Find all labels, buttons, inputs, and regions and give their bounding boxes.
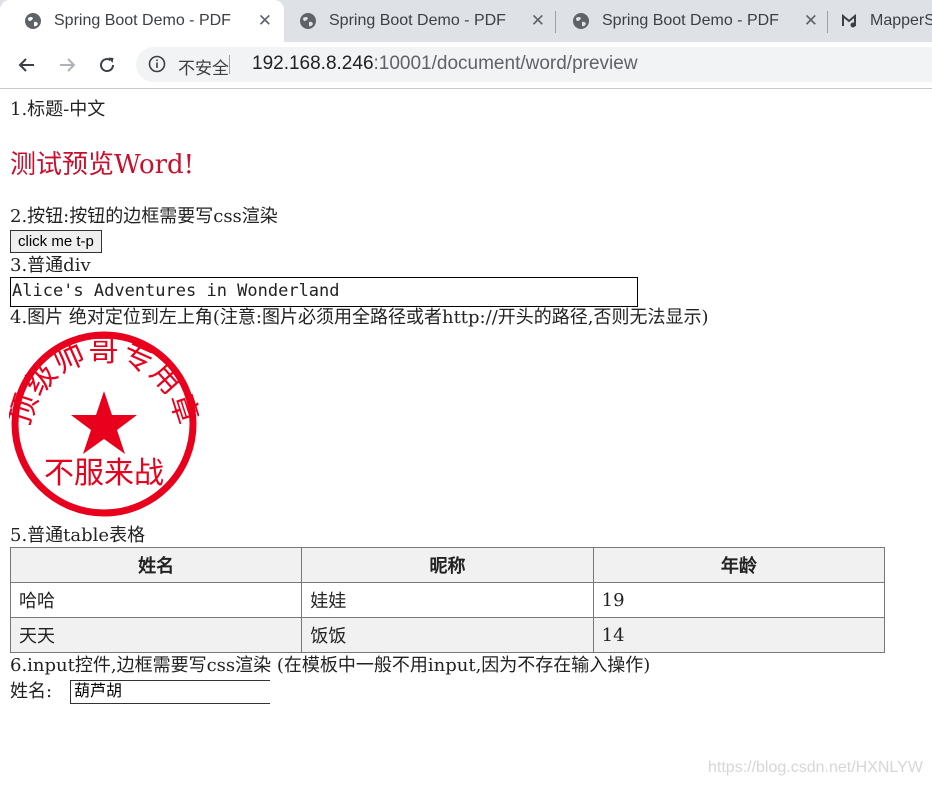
- address-divider: [229, 55, 230, 74]
- table-row: 天天 饭饭 14: [9, 617, 886, 653]
- reload-button[interactable]: [93, 51, 121, 79]
- column-header: 年龄: [592, 547, 886, 583]
- url-host: 192.168.8.246: [252, 53, 374, 74]
- tab-close-icon[interactable]: ✕: [258, 11, 272, 31]
- globe-icon: [300, 13, 316, 29]
- normal-div: Alice's Adventures in Wonderland: [10, 277, 638, 307]
- heading-3: 3.普通div: [10, 255, 91, 276]
- globe-icon: [25, 13, 41, 29]
- heading-5: 5.普通table表格: [10, 525, 146, 546]
- table-cell: 哈哈: [9, 582, 303, 618]
- heading-1: 1.标题-中文: [10, 99, 106, 120]
- tab-title: Spring Boot Demo - PDF: [329, 12, 506, 29]
- tab-mappers[interactable]: MapperS: [816, 0, 932, 42]
- tab-title: Spring Boot Demo - PDF: [602, 12, 779, 29]
- security-status: 不安全: [178, 59, 229, 78]
- table-row: 哈哈 娃娃 19: [9, 582, 886, 618]
- table-cell: 天天: [9, 617, 303, 653]
- tab-title: Spring Boot Demo - PDF: [54, 12, 231, 29]
- table-cell: 娃娃: [301, 582, 594, 618]
- browser-toolbar: 不安全 192.168.8.246:10001/document/word/pr…: [0, 42, 932, 89]
- click-me-button[interactable]: click me t-p: [10, 230, 102, 253]
- seal-bottom-text: 不服来战: [44, 456, 164, 491]
- tab-spring-boot-demo-1[interactable]: Spring Boot Demo - PDF ✕: [0, 0, 284, 42]
- arrow-left-icon: [18, 58, 34, 72]
- globe-icon: [573, 13, 589, 29]
- heading-4: 4.图片 绝对定位到左上角(注意:图片必须用全路径或者http://开头的路径,…: [10, 307, 709, 328]
- column-header: 姓名: [9, 547, 303, 583]
- arrow-right-icon: [60, 58, 76, 72]
- page-title: 测试预览Word!: [10, 150, 195, 180]
- tab-strip: Spring Boot Demo - PDF ✕ Spring Boot Dem…: [0, 0, 932, 42]
- tab-title: MapperS: [870, 12, 932, 29]
- address-bar[interactable]: 不安全 192.168.8.246:10001/document/word/pr…: [136, 47, 932, 82]
- name-label: 姓名:: [10, 681, 53, 702]
- watermark: https://blog.csdn.net/HXNLYW: [708, 759, 923, 776]
- reload-icon: [100, 57, 115, 73]
- table-cell: 19: [592, 582, 886, 618]
- star-icon: [71, 391, 137, 454]
- url-path: :10001/document/word/preview: [373, 53, 638, 74]
- tab-spring-boot-demo-2[interactable]: Spring Boot Demo - PDF ✕: [275, 0, 557, 42]
- column-header: 昵称: [301, 547, 594, 583]
- seal-image: 顶级帅哥专用章 不服来战: [9, 331, 199, 517]
- page-content: 1.标题-中文 测试预览Word! 2.按钮:按钮的边框需要写css渲染 cli…: [0, 89, 932, 787]
- name-input[interactable]: 葫芦胡: [70, 680, 270, 704]
- url-text[interactable]: 192.168.8.246:10001/document/word/previe…: [252, 53, 638, 75]
- forward-button[interactable]: [53, 51, 81, 79]
- tab-spring-boot-demo-3[interactable]: Spring Boot Demo - PDF ✕: [548, 0, 830, 42]
- mapper-logo-icon: [842, 13, 856, 28]
- back-button[interactable]: [13, 51, 41, 79]
- table-header-row: 姓名 昵称 年龄: [9, 547, 886, 583]
- table-cell: 饭饭: [301, 617, 594, 653]
- table-cell: 14: [592, 617, 886, 653]
- heading-2: 2.按钮:按钮的边框需要写css渲染: [10, 206, 278, 227]
- tab-close-icon[interactable]: ✕: [531, 11, 545, 31]
- info-icon[interactable]: [148, 55, 166, 73]
- heading-6: 6.input控件,边框需要写css渲染 (在模板中一般不用input,因为不存…: [10, 655, 651, 676]
- data-table: 姓名 昵称 年龄 哈哈 娃娃 19 天天 饭饭 14: [9, 547, 886, 653]
